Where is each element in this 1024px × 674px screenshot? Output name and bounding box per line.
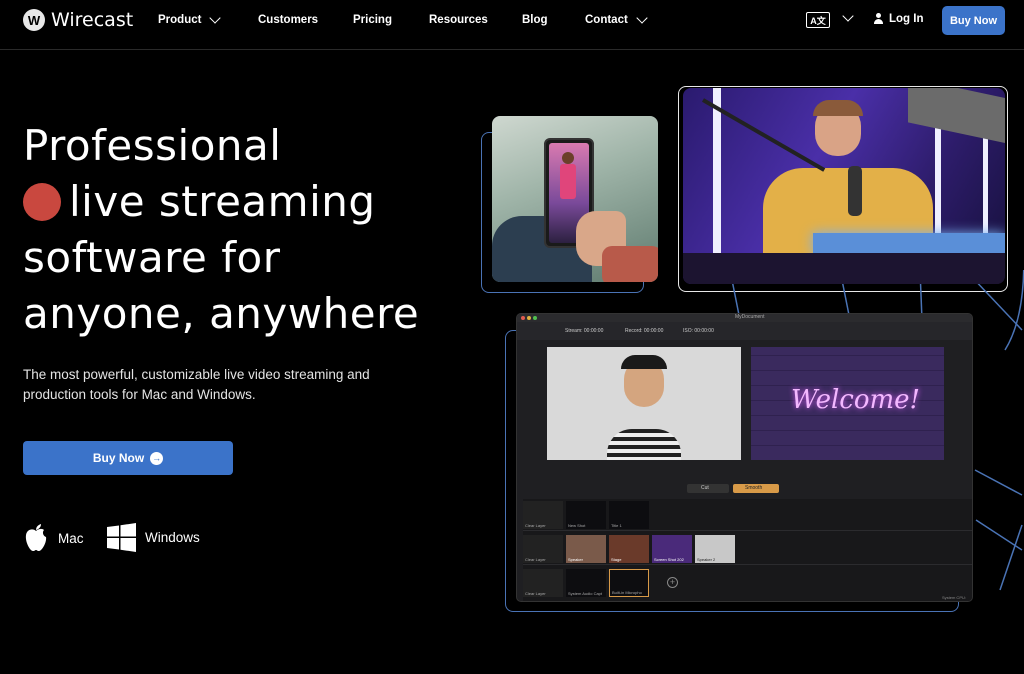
headline-line-3: software for <box>23 233 281 282</box>
shot-label: Speaker <box>568 557 583 562</box>
top-nav: W Wirecast Product Customers Pricing Res… <box>0 0 1024 50</box>
windows-icon <box>107 523 136 552</box>
streamer-image <box>683 88 1005 284</box>
shot-label: Clear Layer <box>525 591 546 596</box>
shot-label: Speaker 2 <box>697 557 716 562</box>
layer-row-2: Clear Layer Speaker Stage Screen Shot 20… <box>523 533 972 565</box>
welcome-neon-text: Welcome! <box>791 385 921 415</box>
shot-label: Title 1 <box>611 523 622 528</box>
shot-label: Stage <box>611 557 622 562</box>
headline-line-2-text: live streaming <box>69 177 376 226</box>
login-label: Log In <box>889 13 924 25</box>
shot-label: Clear Layer <box>525 523 546 528</box>
nav-buy-now-button[interactable]: Buy Now <box>942 6 1005 35</box>
smooth-button[interactable]: Smooth <box>733 484 779 493</box>
mac-label: Mac <box>58 530 84 546</box>
nav-resources[interactable]: Resources <box>429 14 488 26</box>
nav-product[interactable]: Product <box>158 12 222 26</box>
stream-timer: Stream: 00:00:00 <box>565 328 604 334</box>
chevron-down-icon <box>636 12 648 24</box>
headline-line-4: anyone, anywhere <box>23 289 420 338</box>
hero-headline: Professional live streaming software for… <box>23 118 419 342</box>
nav-blog[interactable]: Blog <box>522 14 548 26</box>
chevron-down-icon <box>209 12 222 24</box>
user-icon <box>873 13 884 25</box>
platform-windows: Windows <box>107 523 200 552</box>
hero-buy-now-label: Buy Now <box>92 451 145 465</box>
nav-contact-label: Contact <box>585 14 628 26</box>
shot-label: System Audio Capt <box>568 591 603 596</box>
nav-blog-label: Blog <box>522 14 548 26</box>
app-window-title: MyDocument <box>735 314 765 320</box>
nav-resources-label: Resources <box>429 14 488 26</box>
program-pane: Welcome! <box>751 347 944 460</box>
transition-select[interactable]: Cut <box>687 484 729 493</box>
shot-label: New Shot <box>568 523 586 528</box>
nav-pricing-label: Pricing <box>353 14 392 26</box>
nav-customers-label: Customers <box>258 14 319 26</box>
headline-line-2: live streaming <box>23 174 419 230</box>
language-chevron-down-icon[interactable] <box>842 10 854 22</box>
hero-subtitle: The most powerful, customizable live vid… <box>23 367 370 402</box>
arrow-right-icon: → <box>150 451 164 465</box>
window-minimize-icon <box>527 316 531 320</box>
layer-row-3: Clear Layer System Audio Capt Built-in M… <box>523 567 972 599</box>
wirecast-logo-icon: W <box>23 9 45 31</box>
shot-label: Built-in Micropho <box>612 590 642 595</box>
shot-label: Clear Layer <box>525 557 546 562</box>
shot-label: Screen Shot 202 <box>654 557 684 562</box>
hero-buy-now-button[interactable]: Buy Now → <box>23 441 233 475</box>
headline-line-1: Professional <box>23 121 282 170</box>
login-link[interactable]: Log In <box>873 13 924 25</box>
phone-streaming-image <box>492 116 658 282</box>
nav-contact[interactable]: Contact <box>585 12 648 26</box>
apple-icon <box>25 524 47 551</box>
wirecast-app-screenshot: MyDocument Stream: 00:00:00 Record: 00:0… <box>516 313 973 602</box>
window-zoom-icon <box>533 316 537 320</box>
platform-mac: Mac <box>23 523 84 553</box>
brand-name: Wirecast <box>51 9 134 31</box>
shot-layers: Clear Layer New Shot Title 1 Clear Layer… <box>523 499 972 601</box>
iso-timer: ISO: 00:00:00 <box>683 328 714 334</box>
window-close-icon <box>521 316 525 320</box>
language-icon[interactable]: A文 <box>806 12 830 28</box>
nav-product-label: Product <box>158 14 202 26</box>
system-cpu-status: System CPU: <box>941 595 966 600</box>
windows-label: Windows <box>145 530 200 545</box>
nav-pricing[interactable]: Pricing <box>353 14 392 26</box>
live-dot-icon <box>23 183 61 221</box>
nav-customers[interactable]: Customers <box>258 14 318 26</box>
add-shot-icon[interactable]: + <box>667 577 678 588</box>
preview-pane <box>547 347 741 460</box>
record-timer: Record: 00:00:00 <box>625 328 664 334</box>
wirecast-logo[interactable]: W Wirecast <box>23 9 133 31</box>
layer-row-1: Clear Layer New Shot Title 1 <box>523 499 972 531</box>
